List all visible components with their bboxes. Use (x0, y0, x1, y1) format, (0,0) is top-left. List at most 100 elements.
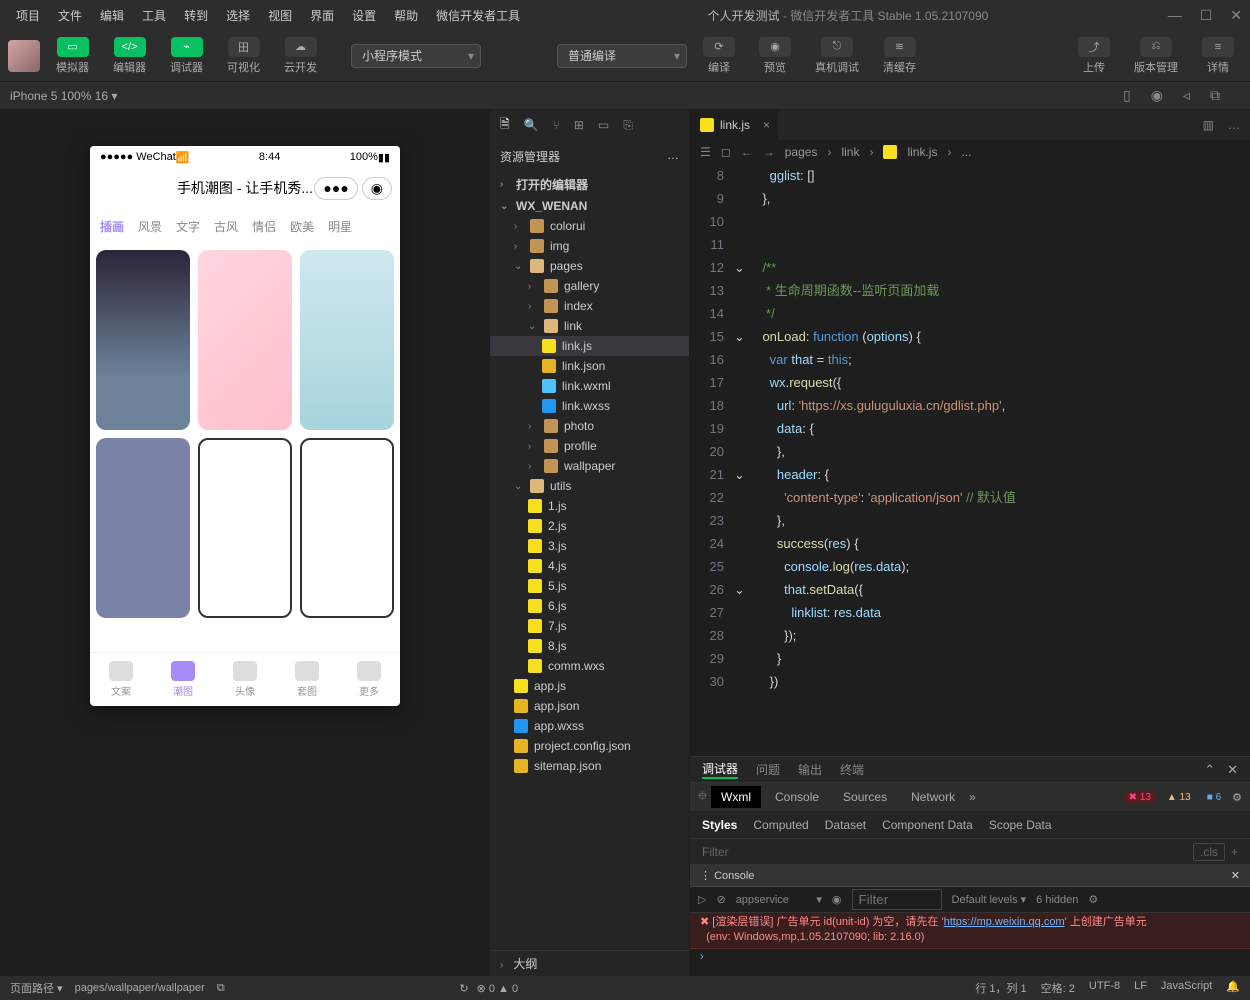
menu-project[interactable]: 项目 (8, 3, 48, 28)
wallpaper-thumb[interactable] (300, 438, 394, 618)
close-icon[interactable]: ✕ (1230, 7, 1242, 24)
gear-icon[interactable]: ⚙ (1232, 791, 1242, 804)
info-count[interactable]: ■ 6 (1202, 791, 1226, 804)
box-icon[interactable]: ▭ (598, 118, 609, 132)
eye-icon[interactable]: ◉ (832, 893, 842, 906)
wallpaper-thumb[interactable] (96, 438, 190, 618)
code-content[interactable]: gglist: [] }, /** * 生命周期函数--监听页面加载 */ on… (748, 164, 1250, 756)
error-link[interactable]: https://mp.weixin.qq.com (944, 916, 1065, 928)
branch-icon[interactable]: ⑂ (553, 118, 560, 132)
visual-button[interactable]: 田可视化 (219, 35, 268, 77)
nav-avatar[interactable]: 头像 (233, 661, 257, 698)
styles-filter[interactable]: Filter (702, 845, 729, 859)
tab-illustration[interactable]: 插画 (94, 218, 130, 235)
upload-button[interactable]: ⤴上传 (1070, 35, 1118, 77)
file-app-js[interactable]: app.js (490, 676, 689, 696)
wallpaper-thumb[interactable] (198, 250, 292, 430)
menu-edit[interactable]: 编辑 (92, 3, 132, 28)
menu-file[interactable]: 文件 (50, 3, 90, 28)
maximize-icon[interactable]: ☐ (1200, 7, 1213, 24)
st-styles[interactable]: Styles (702, 818, 737, 832)
record-icon[interactable]: ◉ (1151, 87, 1163, 104)
status-lang[interactable]: JavaScript (1161, 980, 1212, 996)
st-component[interactable]: Component Data (882, 818, 973, 832)
add-style-icon[interactable]: + (1231, 845, 1238, 859)
capsule-close-icon[interactable]: ◉ (362, 177, 392, 200)
menu-help[interactable]: 帮助 (386, 3, 426, 28)
file-1js[interactable]: 1.js (490, 496, 689, 516)
project-root[interactable]: ⌄WX_WENAN (490, 196, 689, 216)
st-computed[interactable]: Computed (753, 818, 808, 832)
file-7js[interactable]: 7.js (490, 616, 689, 636)
status-encoding[interactable]: UTF-8 (1089, 980, 1120, 996)
cls-toggle[interactable]: .cls (1193, 843, 1225, 861)
folder-colorui[interactable]: ›colorui (490, 216, 689, 236)
st-scope[interactable]: Scope Data (989, 818, 1052, 832)
chevron-up-icon[interactable]: ⌃ (1204, 762, 1215, 778)
file-5js[interactable]: 5.js (490, 576, 689, 596)
console-stop-icon[interactable]: ▷ (698, 893, 706, 906)
simulator-button[interactable]: ▭模拟器 (48, 35, 97, 77)
list-icon[interactable]: ☰ (700, 145, 711, 159)
version-button[interactable]: ⎌版本管理 (1126, 35, 1186, 77)
inspect-icon[interactable]: ⯐ (698, 787, 707, 808)
mode-select[interactable]: 小程序模式 (351, 44, 481, 68)
file-link-js[interactable]: link.js (490, 336, 689, 356)
folder-profile[interactable]: ›profile (490, 436, 689, 456)
wallpaper-thumb[interactable] (300, 250, 394, 430)
ext-icon[interactable]: ⊞ (574, 118, 584, 132)
back-icon[interactable]: ← (741, 145, 753, 159)
nav-taotu[interactable]: 套图 (295, 661, 319, 698)
folder-link[interactable]: ⌄link (490, 316, 689, 336)
fold-gutter[interactable]: ⌄⌄⌄⌄ (734, 164, 748, 756)
close-tab-icon[interactable]: × (763, 118, 770, 132)
tab-terminal[interactable]: 终端 (840, 761, 864, 778)
nav-wenan[interactable]: 文案 (109, 661, 133, 698)
scope-select[interactable]: appservice ▾ (736, 893, 822, 906)
dt-network[interactable]: Network (901, 786, 965, 808)
nav-more[interactable]: 更多 (357, 661, 381, 698)
file-link-json[interactable]: link.json (490, 356, 689, 376)
file-sitemap[interactable]: sitemap.json (490, 756, 689, 776)
open-editors-section[interactable]: ›打开的编辑器 (490, 173, 689, 196)
realdebug-button[interactable]: ⎋真机调试 (807, 35, 867, 77)
minimize-icon[interactable]: — (1168, 7, 1182, 24)
wallpaper-thumb[interactable] (96, 250, 190, 430)
details-button[interactable]: ≡详情 (1194, 35, 1242, 77)
tab-output[interactable]: 输出 (798, 761, 822, 778)
avatar[interactable] (8, 40, 40, 72)
close-panel-icon[interactable]: ✕ (1227, 762, 1238, 778)
preview-button[interactable]: ◉预览 (751, 35, 799, 77)
code-editor[interactable]: 8910111213141516171819202122232425262728… (690, 164, 1250, 756)
tab-problems[interactable]: 问题 (756, 761, 780, 778)
menu-view[interactable]: 视图 (260, 3, 300, 28)
nav-chaotu[interactable]: 潮图 (171, 661, 195, 698)
levels-select[interactable]: Default levels ▾ (952, 893, 1027, 906)
file-4js[interactable]: 4.js (490, 556, 689, 576)
search-icon[interactable]: 🔍 (524, 118, 539, 132)
more-icon[interactable]: … (1228, 118, 1240, 132)
files-icon[interactable]: 🗎 (500, 115, 510, 136)
console-filter-input[interactable] (852, 889, 942, 910)
compile-button[interactable]: ⟳编译 (695, 35, 743, 77)
folder-wallpaper[interactable]: ›wallpaper (490, 456, 689, 476)
compile-select[interactable]: 普通编译 (557, 44, 687, 68)
folder-photo[interactable]: ›photo (490, 416, 689, 436)
menu-ui[interactable]: 界面 (302, 3, 342, 28)
folder-gallery[interactable]: ›gallery (490, 276, 689, 296)
folder-pages[interactable]: ⌄pages (490, 256, 689, 276)
cut-icon[interactable]: ⧉ (1210, 87, 1220, 104)
device-select[interactable]: iPhone 5 100% 16 ▾ (10, 89, 117, 103)
editor-button[interactable]: </>编辑器 (105, 35, 154, 77)
dt-wxml[interactable]: Wxml (711, 786, 761, 808)
file-link-wxml[interactable]: link.wxml (490, 376, 689, 396)
tab-link-js[interactable]: link.js × (690, 110, 778, 140)
menu-wechat-devtools[interactable]: 微信开发者工具 (428, 3, 528, 28)
file-comm-wxs[interactable]: comm.wxs (490, 656, 689, 676)
tab-western[interactable]: 欧美 (284, 218, 320, 235)
console-gear-icon[interactable]: ⚙ (1088, 893, 1098, 906)
file-project-config[interactable]: project.config.json (490, 736, 689, 756)
cloud-button[interactable]: ☁云开发 (276, 35, 325, 77)
capsule-menu-icon[interactable]: ●●● (314, 177, 357, 200)
tab-classical[interactable]: 古风 (208, 218, 244, 235)
